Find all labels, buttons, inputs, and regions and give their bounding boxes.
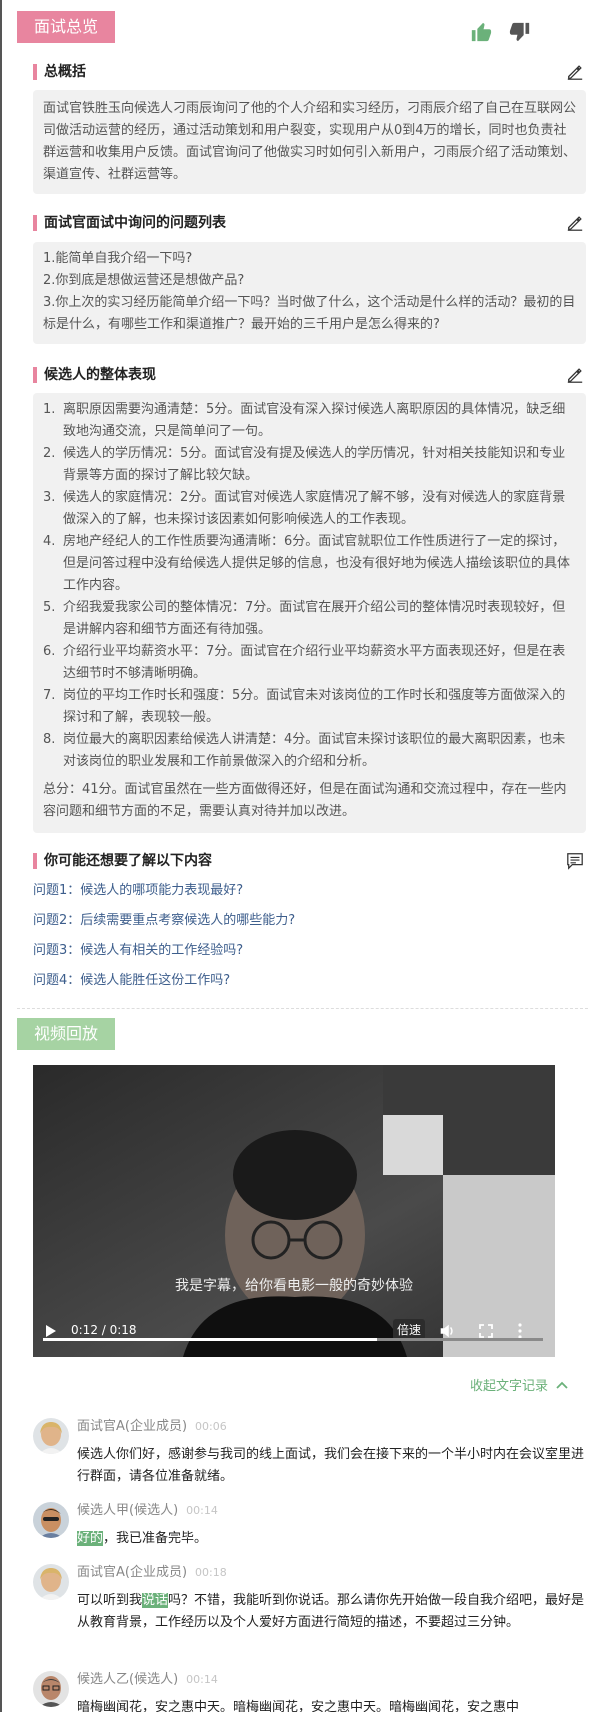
questions-title: 面试官面试中询问的问题列表: [33, 214, 226, 232]
suggested-question-3[interactable]: 问题3：候选人有相关的工作经验吗?: [33, 941, 243, 961]
summary-text: 面试官铁胜玉向候选人刁雨辰询问了他的个人介绍和实习经历，刁雨辰介绍了自己在互联网…: [43, 101, 577, 182]
message-text: 可以听到我说话吗？不错，我能听到你说话。那么请你先开始做一段自我介绍吧，最好是从…: [77, 1590, 587, 1634]
suggested-question-2[interactable]: 问题2：后续需要重点考察候选人的哪些能力?: [33, 911, 295, 931]
avatar: [33, 1502, 69, 1538]
item-text: 离职原因需要沟通清楚：5分。面试官没有深入探讨候选人离职原因的具体情况，缺乏细致…: [63, 402, 566, 439]
speaker-name: 面试官A(企业成员): [77, 1419, 188, 1434]
more-options-icon[interactable]: [517, 1323, 523, 1339]
transcript-message: 面试官A(企业成员) 00:18 可以听到我说话吗？不错，我能听到你说话。那么请你…: [33, 1564, 588, 1654]
message-text: 暗梅幽闻花，安之惠中天。暗梅幽闻花，安之惠中天。暗梅幽闻花，安之惠中: [77, 1697, 587, 1712]
speaker-line: 面试官A(企业成员) 00:18: [77, 1564, 227, 1582]
item-text: 岗位最大的离职因素给候选人讲清楚：4分。面试官未探讨该职位的最大离职因素，也未对…: [63, 732, 566, 769]
message-time: 00:06: [195, 1420, 227, 1433]
edit-questions-icon[interactable]: [566, 214, 584, 232]
chevron-up-icon: [556, 1381, 568, 1389]
highlighted-word: 好的: [77, 1531, 104, 1546]
questions-box: 1.能简单自我介绍一下吗? 2.你到底是想做运营还是想做产品? 3.你上次的实习…: [33, 242, 586, 344]
performance-item: 8. 岗位最大的离职因素给候选人讲清楚：4分。面试官未探讨该职位的最大离职因素，也…: [43, 729, 576, 773]
question-item: 3.你上次的实习经历能简单介绍一下吗？当时做了什么，这个活动是什么样的活动？最初…: [43, 295, 576, 332]
message-time: 00:18: [195, 1566, 227, 1579]
item-text: 房地产经纪人的工作性质要沟通清晰：6分。面试官就职位工作性质进行了一定的探讨，但…: [63, 534, 571, 593]
performance-item: 4. 房地产经纪人的工作性质要沟通清晰：6分。面试官就职位工作性质进行了一定的探讨…: [43, 531, 576, 597]
speaker-line: 候选人甲(候选人) 00:14: [77, 1502, 218, 1520]
performance-item: 5. 介绍我爱我家公司的整体情况：7分。面试官在展开介绍公司的整体情况时表现较好，…: [43, 597, 576, 641]
item-text: 介绍行业平均薪资水平：7分。面试官在介绍行业平均薪资水平方面表现还好，但是在表达…: [63, 644, 566, 681]
avatar: [33, 1418, 69, 1454]
performance-item: 6. 介绍行业平均薪资水平：7分。面试官在介绍行业平均薪资水平方面表现还好，但是在…: [43, 641, 576, 685]
performance-title: 候选人的整体表现: [33, 366, 156, 384]
video-time: 0:12 / 0:18: [71, 1323, 137, 1337]
performance-item: 3. 候选人的家庭情况：2分。面试官对候选人家庭情况了解不够，没有对候选人的家庭背…: [43, 487, 576, 531]
question-item: 1.能简单自我介绍一下吗?: [43, 251, 193, 266]
item-number: 5.: [43, 600, 56, 615]
message-text-part: 候选人你们好，感谢参与我司的线上面试，我们会在接下来的一个半小时内在会议室里进行…: [77, 1447, 585, 1484]
collapse-label: 收起文字记录: [470, 1379, 549, 1394]
performance-item: 7. 岗位的平均工作时长和强度：5分。面试官未对该岗位的工作时长和强度等方面做深入…: [43, 685, 576, 729]
summary-title: 总概括: [33, 63, 86, 81]
performance-box: 1. 离职原因需要沟通清楚：5分。面试官没有深入探讨候选人离职原因的具体情况，缺乏…: [33, 393, 586, 833]
message-text: 好的，我已准备完毕。: [77, 1528, 587, 1550]
section-divider: [17, 1008, 588, 1009]
performance-item: 2. 候选人的学历情况：5分。面试官没有提及候选人的学历情况，针对相关技能知识和专…: [43, 443, 576, 487]
question-item: 2.你到底是想做运营还是想做产品?: [43, 273, 245, 288]
item-text: 介绍我爱我家公司的整体情况：7分。面试官在展开介绍公司的整体情况时表现较好，但是…: [63, 600, 566, 637]
transcript-message: 面试官A(企业成员) 00:06 候选人你们好，感谢参与我司的线上面试，我们会在接…: [33, 1418, 588, 1484]
edit-performance-icon[interactable]: [566, 366, 584, 384]
avatar: [33, 1671, 69, 1707]
video-progress-bar[interactable]: [43, 1338, 543, 1341]
fullscreen-icon[interactable]: [479, 1324, 493, 1338]
video-player[interactable]: 我是字幕，给你看电影一般的奇妙体验 0:12 / 0:18 倍速: [33, 1065, 555, 1357]
chat-list-icon[interactable]: [566, 852, 584, 870]
thumbs-down-icon[interactable]: [509, 21, 531, 43]
message-time: 00:14: [186, 1673, 218, 1686]
item-text: 岗位的平均工作时长和强度：5分。面试官未对该岗位的工作时长和强度等方面做深入的探…: [63, 688, 566, 725]
speaker-line: 候选人乙(候选人) 00:14: [77, 1671, 218, 1689]
message-text-part: 可以听到我: [77, 1593, 143, 1608]
item-number: 4.: [43, 534, 56, 549]
suggested-question-1[interactable]: 问题1：候选人的哪项能力表现最好?: [33, 881, 243, 901]
speaker-name: 面试官A(企业成员): [77, 1565, 188, 1580]
message-time: 00:14: [186, 1504, 218, 1517]
more-title: 你可能还想要了解以下内容: [33, 852, 212, 870]
item-number: 1.: [43, 402, 56, 417]
video-tag: 视频回放: [17, 1018, 116, 1050]
play-icon[interactable]: [45, 1324, 57, 1338]
highlighted-word: 说话: [142, 1593, 169, 1608]
speaker-line: 面试官A(企业成员) 00:06: [77, 1418, 227, 1436]
suggested-question-4[interactable]: 问题4：候选人能胜任这份工作吗?: [33, 971, 230, 991]
video-subtitle: 我是字幕，给你看电影一般的奇妙体验: [175, 1278, 413, 1294]
summary-box: 面试官铁胜玉向候选人刁雨辰询问了他的个人介绍和实习经历，刁雨辰介绍了自己在互联网…: [33, 90, 586, 194]
avatar: [33, 1564, 69, 1600]
left-border: [0, 0, 2, 1712]
message-text-part: ，我已准备完毕。: [103, 1531, 208, 1546]
message-text-part: 暗梅幽闻花，安之惠中天。暗梅幽闻花，安之惠中天。暗梅幽闻花，安之惠中: [77, 1700, 520, 1712]
transcript-message: 候选人甲(候选人) 00:14 好的，我已准备完毕。: [33, 1502, 588, 1550]
video-controls: 0:12 / 0:18 倍速: [33, 1307, 555, 1357]
speaker-name: 候选人乙(候选人): [77, 1672, 179, 1687]
item-number: 2.: [43, 446, 56, 461]
transcript-message: 候选人乙(候选人) 00:14 暗梅幽闻花，安之惠中天。暗梅幽闻花，安之惠中天。暗…: [33, 1671, 588, 1712]
item-number: 7.: [43, 688, 56, 703]
item-number: 3.: [43, 490, 56, 505]
overview-tag: 面试总览: [17, 11, 116, 43]
video-progress-fill: [43, 1338, 377, 1341]
item-text: 候选人的家庭情况：2分。面试官对候选人家庭情况了解不够，没有对候选人的家庭背景做…: [63, 490, 566, 527]
item-number: 6.: [43, 644, 56, 659]
total-score: 总分：41分。面试官虽然在一些方面做得还好，但是在面试沟通和交流过程中，存在一些…: [43, 782, 567, 819]
collapse-transcript-button[interactable]: 收起文字记录: [470, 1378, 568, 1396]
message-text: 候选人你们好，感谢参与我司的线上面试，我们会在接下来的一个半小时内在会议室里进行…: [77, 1444, 587, 1488]
speaker-name: 候选人甲(候选人): [77, 1503, 179, 1518]
playback-speed-button[interactable]: 倍速: [393, 1319, 426, 1340]
item-number: 8.: [43, 732, 56, 747]
thumbs-up-icon[interactable]: [470, 21, 492, 43]
item-text: 候选人的学历情况：5分。面试官没有提及候选人的学历情况，针对相关技能知识和专业背…: [63, 446, 566, 483]
edit-summary-icon[interactable]: [566, 63, 584, 81]
performance-item: 1. 离职原因需要沟通清楚：5分。面试官没有深入探讨候选人离职原因的具体情况，缺乏…: [43, 399, 576, 443]
